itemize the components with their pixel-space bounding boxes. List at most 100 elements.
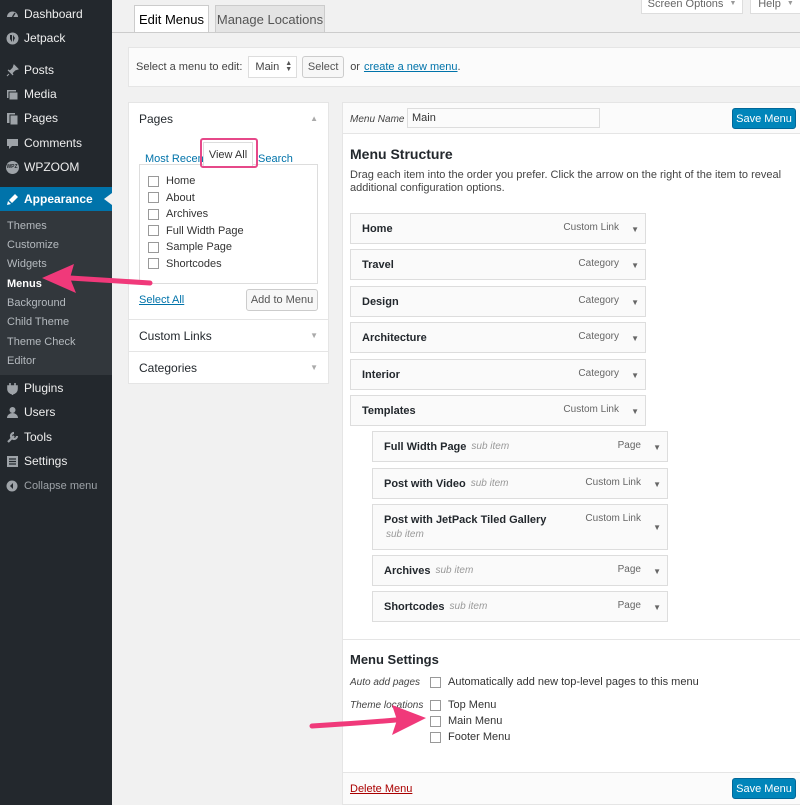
delete-menu-link[interactable]: Delete Menu (350, 783, 412, 795)
screen-options-button[interactable]: Screen Options ▼ (641, 0, 743, 14)
pages-checklist: Home About Archives Full Width Page Samp… (139, 164, 318, 284)
menu-settings-title: Menu Settings (350, 652, 439, 667)
checkbox[interactable] (148, 208, 159, 220)
create-menu-link[interactable]: create a new menu (364, 61, 458, 73)
list-item[interactable]: Home (140, 173, 317, 190)
auto-add-text: Automatically add new top-level pages to… (448, 676, 699, 688)
appearance-icon (5, 192, 19, 206)
list-item[interactable]: Sample Page (140, 239, 317, 256)
select-all-link[interactable]: Select All (139, 294, 184, 306)
chevron-down-icon: ▼ (786, 0, 794, 7)
custom-links-accordion-header[interactable]: Custom Links ▼ (129, 320, 328, 351)
sidebar-item-media[interactable]: Media (0, 82, 112, 106)
sidebar-item-label: Settings (24, 454, 68, 468)
select-button[interactable]: Select (302, 56, 345, 78)
menu-subitem[interactable]: Full Width Page sub item Page ▼ (372, 431, 668, 462)
menu-select[interactable]: Main ▲ ▼ (248, 56, 298, 78)
chevron-down-icon[interactable]: ▼ (631, 371, 639, 380)
tab-edit-menus[interactable]: Edit Menus (134, 5, 209, 32)
location-label: Main Menu (448, 715, 503, 727)
sidebar-item-settings[interactable]: Settings (0, 449, 112, 473)
location-option[interactable]: Footer Menu (430, 731, 510, 743)
page-label: Sample Page (166, 241, 233, 254)
chevron-down-icon[interactable]: ▼ (631, 334, 639, 343)
sidebar-item-posts[interactable]: Posts (0, 58, 112, 82)
chevron-down-icon[interactable]: ▼ (653, 567, 661, 576)
chevron-down-icon[interactable]: ▼ (653, 523, 661, 532)
menu-subitem[interactable]: Shortcodes sub item Page ▼ (372, 591, 668, 622)
submenu-item-themes[interactable]: Themes (7, 220, 47, 232)
chevron-down-icon[interactable]: ▼ (631, 225, 639, 234)
comments-icon (5, 136, 19, 150)
help-button[interactable]: Help ▼ (750, 0, 800, 14)
auto-add-option[interactable]: Automatically add new top-level pages to… (430, 676, 699, 688)
chevron-down-icon[interactable]: ▼ (631, 261, 639, 270)
submenu-item-editor[interactable]: Editor (7, 355, 36, 367)
chevron-down-icon[interactable]: ▼ (653, 480, 661, 489)
menu-item[interactable]: Interior Category ▼ (350, 359, 646, 390)
checkbox[interactable] (430, 699, 441, 711)
location-option[interactable]: Top Menu (430, 699, 496, 711)
submenu-item-theme-check[interactable]: Theme Check (7, 336, 75, 348)
location-option[interactable]: Main Menu (430, 715, 502, 727)
menu-subitem[interactable]: Archives sub item Page ▼ (372, 555, 668, 586)
categories-title: Categories (139, 360, 198, 375)
checkbox[interactable] (148, 175, 159, 187)
chevron-down-icon[interactable]: ▼ (653, 603, 661, 612)
sidebar-item-label: Dashboard (24, 7, 83, 21)
checkbox[interactable] (148, 241, 159, 253)
menu-subitem[interactable]: Post with JetPack Tiled Gallery sub item… (372, 504, 668, 550)
sub-item-tag: sub item (435, 565, 474, 576)
chevron-down-icon[interactable]: ▼ (631, 298, 639, 307)
sidebar-item-comments[interactable]: Comments (0, 131, 112, 155)
sidebar-item-jetpack[interactable]: Jetpack (0, 26, 112, 50)
list-item[interactable]: About (140, 190, 317, 207)
checkbox[interactable] (148, 225, 159, 237)
theme-locations-label: Theme locations (350, 700, 424, 711)
checkbox[interactable] (148, 258, 159, 270)
submenu-item-background[interactable]: Background (7, 297, 66, 309)
add-to-menu-button[interactable]: Add to Menu (246, 289, 318, 311)
menu-item[interactable]: Design Category ▼ (350, 286, 646, 317)
tab-search[interactable]: Search (258, 153, 293, 165)
categories-accordion-header[interactable]: Categories ▼ (129, 352, 328, 383)
menu-edit-panel: Menu Name Main Save Menu Menu Structure … (342, 102, 800, 805)
tab-manage-locations[interactable]: Manage Locations (215, 5, 325, 32)
submenu-item-child-theme[interactable]: Child Theme (7, 316, 69, 328)
menu-name-input[interactable]: Main (407, 108, 600, 128)
submenu-item-widgets[interactable]: Widgets (7, 258, 47, 270)
menu-item[interactable]: Architecture Category ▼ (350, 322, 646, 353)
chevron-down-icon[interactable]: ▼ (631, 407, 639, 416)
menu-subitem[interactable]: Post with Video sub item Custom Link ▼ (372, 468, 668, 499)
list-item[interactable]: Full Width Page (140, 223, 317, 240)
sidebar-item-users[interactable]: Users (0, 400, 112, 424)
checkbox[interactable] (430, 731, 441, 743)
tab-most-recent[interactable]: Most Recent (145, 153, 207, 165)
collapse-menu-button[interactable]: Collapse menu (0, 474, 112, 498)
sidebar-item-pages[interactable]: Pages (0, 106, 112, 130)
list-item[interactable]: Shortcodes (140, 256, 317, 273)
submenu-item-menus[interactable]: Menus (7, 278, 42, 290)
sidebar-item-tools[interactable]: Tools (0, 425, 112, 449)
sidebar-item-plugins[interactable]: Plugins (0, 376, 112, 400)
menu-item[interactable]: Home Custom Link ▼ (350, 213, 646, 244)
sidebar-item-dashboard[interactable]: Dashboard (0, 2, 112, 26)
save-menu-button[interactable]: Save Menu (732, 108, 796, 129)
chevron-down-icon[interactable]: ▼ (653, 443, 661, 452)
checkbox[interactable] (430, 715, 441, 727)
tab-label: Edit Menus (138, 11, 205, 27)
checkbox[interactable] (148, 192, 159, 204)
pages-accordion-header[interactable]: Pages ▲ (129, 103, 328, 134)
list-item[interactable]: Archives (140, 206, 317, 223)
checkbox[interactable] (430, 676, 441, 688)
sub-item-tag: sub item (470, 478, 509, 489)
sidebar-item-appearance[interactable]: Appearance (0, 187, 112, 211)
save-menu-button[interactable]: Save Menu (732, 778, 796, 799)
page-label: Archives (166, 208, 209, 221)
submenu-item-customize[interactable]: Customize (7, 239, 59, 251)
sidebar-item-wpzoom[interactable]: WPZ WPZOOM (0, 155, 112, 179)
menu-item[interactable]: Travel Category ▼ (350, 249, 646, 280)
menu-item[interactable]: Templates Custom Link ▼ (350, 395, 646, 426)
menu-item-title: Full Width Page (384, 440, 467, 453)
tools-icon (5, 430, 19, 444)
